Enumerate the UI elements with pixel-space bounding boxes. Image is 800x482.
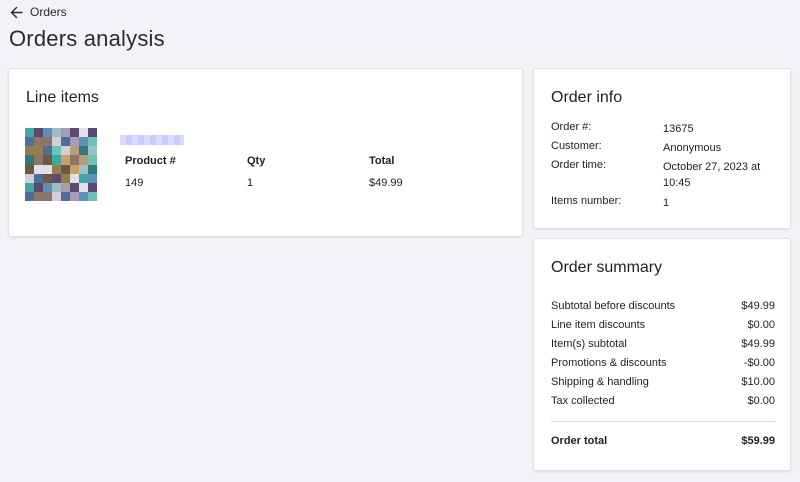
order-summary-card: Order summary Subtotal before discounts …	[533, 238, 791, 471]
summary-row: Subtotal before discounts $49.99	[551, 300, 775, 312]
column-header-product: Product #	[125, 155, 176, 167]
line-items-heading: Line items	[26, 89, 99, 106]
info-value: Anonymous	[663, 142, 722, 154]
info-value: October 27, 2023 at 10:45	[663, 161, 761, 189]
summary-label: Item(s) subtotal	[551, 338, 627, 350]
page-title: Orders analysis	[9, 26, 165, 51]
summary-value: $0.00	[747, 395, 775, 407]
summary-row: Promotions & discounts -$0.00	[551, 357, 775, 369]
summary-label: Promotions & discounts	[551, 357, 667, 369]
cell-product-number: 149	[125, 177, 144, 189]
summary-label: Line item discounts	[551, 319, 646, 331]
summary-value: $49.99	[741, 300, 775, 312]
summary-divider	[551, 421, 775, 422]
arrow-left-icon	[10, 6, 23, 18]
summary-value: $10.00	[741, 376, 775, 388]
back-link-label: Orders	[30, 5, 67, 19]
column-header-qty: Qty	[247, 155, 266, 167]
summary-row: Shipping & handling $10.00	[551, 376, 775, 388]
product-thumbnail[interactable]	[25, 128, 97, 201]
summary-row: Item(s) subtotal $49.99	[551, 338, 775, 350]
summary-value: $49.99	[741, 338, 775, 350]
summary-row: Line item discounts $0.00	[551, 319, 775, 331]
order-summary-heading: Order summary	[551, 259, 663, 276]
info-label: Order time:	[551, 159, 607, 171]
order-total-row: Order total $59.99	[551, 435, 775, 447]
line-items-card: Line items Product # Qty Total 149 1 $49…	[8, 68, 523, 237]
product-name-link[interactable]	[120, 135, 184, 145]
cell-total: $49.99	[369, 177, 403, 189]
summary-row: Tax collected $0.00	[551, 395, 775, 407]
summary-label: Shipping & handling	[551, 376, 649, 388]
summary-label: Tax collected	[551, 395, 615, 407]
cell-qty: 1	[247, 177, 254, 189]
info-label: Customer:	[551, 140, 602, 152]
info-value: 13675	[663, 123, 694, 135]
order-info-heading: Order info	[551, 89, 623, 106]
info-label: Order #:	[551, 121, 592, 133]
column-header-total: Total	[369, 155, 395, 167]
order-total-label: Order total	[551, 435, 608, 447]
order-total-value: $59.99	[741, 435, 775, 447]
info-label: Items number:	[551, 195, 622, 207]
info-value: 1	[663, 197, 670, 209]
order-info-card: Order info Order #: 13675 Customer: Anon…	[533, 68, 791, 229]
back-to-orders-link[interactable]: Orders	[10, 5, 67, 19]
summary-value: -$0.00	[743, 357, 775, 369]
summary-label: Subtotal before discounts	[551, 300, 676, 312]
summary-value: $0.00	[747, 319, 775, 331]
